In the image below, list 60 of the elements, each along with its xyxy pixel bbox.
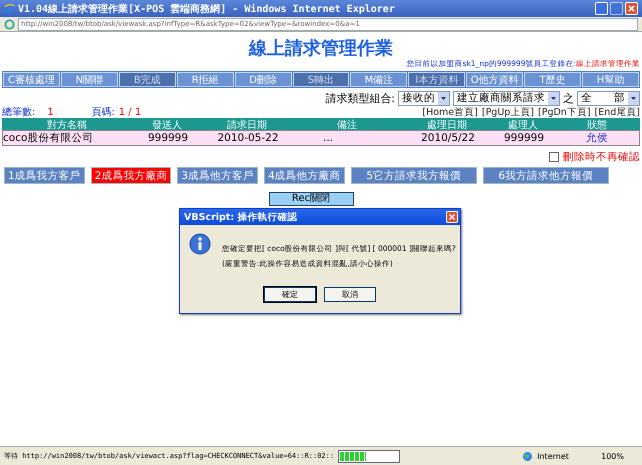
table-row[interactable]: coco股份有限公司 999999 2010-05-22 ... 2010/5/22 999999 允侯: [2, 130, 640, 146]
column-header: 處理人: [507, 118, 539, 132]
toolbar-button[interactable]: N關聯: [60, 72, 118, 87]
table-cell-text: coco股份有限公司: [3, 131, 94, 145]
action-button[interactable]: 4成爲他方廠商: [264, 167, 345, 184]
checkbox-label: 刪除時不再確認: [563, 150, 640, 164]
request-type-select[interactable]: 建立廠商關系請求: [453, 90, 560, 106]
action-button[interactable]: 6我方請求他方報價: [482, 167, 609, 184]
window-title: V1.04線上請求管理作業[X-POS 雲端商務網] - Windows Internet Explorer: [18, 2, 395, 16]
action-button[interactable]: 3成爲他方客戶: [177, 167, 258, 184]
toolbar-button[interactable]: D刪除: [234, 72, 292, 87]
zoom-control[interactable]: 100%: [601, 452, 624, 460]
column-header: 請求日期: [226, 118, 268, 132]
minimize-button[interactable]: [595, 2, 608, 15]
action-button[interactable]: 1成爲我方客戶: [4, 167, 85, 184]
toolbar-button[interactable]: C審核處理: [3, 72, 60, 87]
close-button[interactable]: [446, 211, 458, 223]
request-direction-select[interactable]: 接收的: [398, 90, 450, 106]
toolbar-button[interactable]: H幫助: [582, 72, 639, 87]
joiner-text: 之: [563, 90, 574, 106]
page-title: 線上請求管理作業: [248, 37, 394, 58]
paging-link[interactable]: [End尾頁]: [594, 106, 640, 118]
zone-text: Internet: [537, 452, 570, 460]
column-header: 備注: [336, 118, 358, 132]
page-label: 頁碼:: [91, 106, 115, 119]
table-cell-text: ...: [322, 132, 334, 144]
toolbar-button[interactable]: M備注: [350, 72, 408, 87]
browser-icon: [4, 3, 15, 14]
action-button[interactable]: 5它方請求我方報價: [350, 167, 477, 184]
paging-link[interactable]: [Home首頁]: [422, 106, 478, 118]
paging-link[interactable]: [PgUp上頁]: [482, 106, 534, 118]
info-icon: [188, 233, 212, 257]
toolbar-button[interactable]: O他方資料: [466, 72, 524, 87]
paging-link[interactable]: [PgDn下頁]: [538, 106, 591, 118]
close-button[interactable]: Rec關閉: [268, 192, 354, 206]
checkbox[interactable]: [549, 152, 559, 162]
maximize-button[interactable]: [610, 2, 623, 15]
table-cell-text: 999999: [502, 132, 546, 144]
table-cell-text: 2010-05-22: [216, 132, 280, 144]
close-button[interactable]: [625, 2, 638, 15]
count-label: 總筆數:: [2, 106, 36, 119]
column-header: 處理日期: [426, 118, 468, 132]
status-select[interactable]: 全 部: [577, 90, 640, 106]
column-header: 對方名稱: [46, 118, 88, 132]
page-icon: [4, 18, 15, 30]
page-number: 1 / 1: [118, 106, 142, 118]
table-cell-text: 允侯: [585, 131, 609, 145]
toolbar-button[interactable]: R拒絕: [176, 72, 234, 87]
filter-label: 請求類型組合:: [325, 90, 395, 106]
toolbar-button[interactable]: T歷史: [524, 72, 582, 87]
globe-icon: [522, 450, 534, 462]
table-cell-text: 2010/5/22: [420, 132, 476, 144]
column-header: 狀態: [586, 118, 608, 132]
column-header: 發送人: [151, 119, 183, 132]
record-count: 1: [47, 106, 55, 118]
dialog-title: VBScript: 操作執行確認: [184, 210, 298, 224]
dialog-button[interactable]: 確定: [264, 287, 316, 302]
table-cell-text: 999999: [146, 132, 190, 144]
dialog-button[interactable]: 取消: [324, 287, 376, 302]
action-button[interactable]: 2成爲我方廠商: [90, 167, 172, 184]
